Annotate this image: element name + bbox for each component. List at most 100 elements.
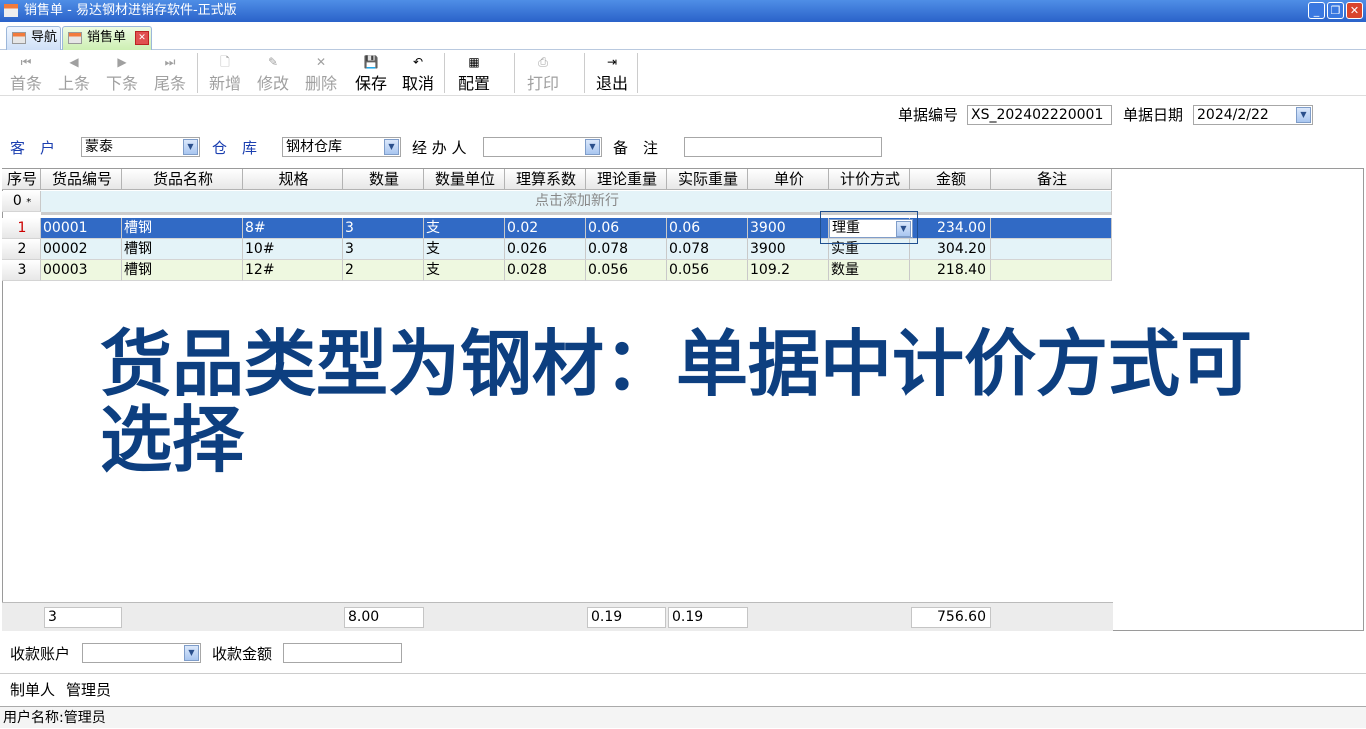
doc-no-field[interactable]: XS_202402220001 bbox=[967, 105, 1112, 125]
cell-5[interactable]: 支 bbox=[424, 239, 505, 260]
cell-9[interactable]: 109.2 bbox=[748, 260, 829, 281]
column-header[interactable]: 数量 bbox=[343, 169, 424, 190]
cell-10[interactable]: 数量 bbox=[829, 260, 910, 281]
pricing-method-editor[interactable]: 理重▼ bbox=[820, 211, 918, 244]
column-header[interactable]: 金额 bbox=[910, 169, 991, 190]
cell-2[interactable]: 槽钢 bbox=[122, 239, 243, 260]
total-actual-weight: 0.19 bbox=[668, 607, 748, 628]
cell-7[interactable]: 0.056 bbox=[586, 260, 667, 281]
close-button[interactable]: ✕ bbox=[1346, 2, 1363, 19]
cell-12[interactable] bbox=[991, 239, 1112, 260]
add-new-row[interactable]: 点击添加新行 bbox=[41, 191, 1112, 215]
cell-2[interactable]: 槽钢 bbox=[122, 218, 243, 239]
config-button[interactable]: ▦配置 bbox=[452, 54, 496, 96]
cell-12[interactable] bbox=[991, 218, 1112, 239]
cell-4[interactable]: 3 bbox=[343, 218, 424, 239]
column-header[interactable]: 理论重量 bbox=[586, 169, 667, 190]
button-label: 删除 bbox=[305, 74, 337, 93]
cell-11[interactable]: 234.00 bbox=[910, 218, 991, 239]
print-button[interactable]: ⎙打印 bbox=[521, 54, 565, 96]
tab-navigation[interactable]: 导航 bbox=[6, 26, 61, 50]
cell-12[interactable] bbox=[991, 260, 1112, 281]
table-row[interactable]: 200002槽钢10#3支0.0260.0780.0783900实重304.20 bbox=[0, 239, 1111, 260]
first-icon: ⏮ bbox=[4, 54, 48, 70]
cancel-button[interactable]: ↶取消 bbox=[396, 54, 440, 96]
cell-4[interactable]: 2 bbox=[343, 260, 424, 281]
prev-button[interactable]: ◀上条 bbox=[52, 54, 96, 96]
cell-9[interactable]: 3900 bbox=[748, 218, 829, 239]
new-button[interactable]: 🗋新增 bbox=[203, 54, 247, 96]
cell-8[interactable]: 0.078 bbox=[667, 239, 748, 260]
cell-6[interactable]: 0.02 bbox=[505, 218, 586, 239]
last-button[interactable]: ⏭尾条 bbox=[148, 54, 192, 96]
cell-11[interactable]: 304.20 bbox=[910, 239, 991, 260]
cell-9[interactable]: 3900 bbox=[748, 239, 829, 260]
cell-1[interactable]: 00003 bbox=[41, 260, 122, 281]
save-button[interactable]: 💾保存 bbox=[349, 54, 393, 96]
cell-1[interactable]: 00001 bbox=[41, 218, 122, 239]
cell-2[interactable]: 槽钢 bbox=[122, 260, 243, 281]
chevron-down-icon[interactable]: ▼ bbox=[384, 139, 399, 155]
cell-11[interactable]: 218.40 bbox=[910, 260, 991, 281]
column-header[interactable]: 规格 bbox=[243, 169, 343, 190]
column-header[interactable]: 单价 bbox=[748, 169, 829, 190]
chevron-down-icon[interactable]: ▼ bbox=[1296, 107, 1311, 123]
chevron-down-icon[interactable]: ▼ bbox=[184, 645, 199, 661]
column-header[interactable]: 货品名称 bbox=[122, 169, 243, 190]
cell-7[interactable]: 0.06 bbox=[586, 218, 667, 239]
cell-1[interactable]: 00002 bbox=[41, 239, 122, 260]
new-row[interactable]: 0 *点击添加新行 bbox=[0, 191, 1111, 212]
customer-select[interactable]: 蒙泰▼ bbox=[81, 137, 200, 157]
column-header[interactable]: 计价方式 bbox=[829, 169, 910, 190]
cell-6[interactable]: 0.028 bbox=[505, 260, 586, 281]
exit-button[interactable]: ⇥退出 bbox=[590, 54, 634, 96]
edit-icon: ✎ bbox=[251, 54, 295, 70]
close-tab-icon[interactable]: ✕ bbox=[135, 31, 149, 45]
cell-3[interactable]: 12# bbox=[243, 260, 343, 281]
warehouse-select[interactable]: 钢材仓库▼ bbox=[282, 137, 401, 157]
column-header[interactable]: 数量单位 bbox=[424, 169, 505, 190]
minimize-button[interactable]: _ bbox=[1308, 2, 1325, 19]
cell-3[interactable]: 8# bbox=[243, 218, 343, 239]
account-select[interactable]: ▼ bbox=[82, 643, 201, 663]
button-label: 新增 bbox=[209, 74, 241, 93]
first-button[interactable]: ⏮首条 bbox=[4, 54, 48, 96]
button-label: 退出 bbox=[596, 74, 628, 93]
edit-button[interactable]: ✎修改 bbox=[251, 54, 295, 96]
chevron-down-icon[interactable]: ▼ bbox=[585, 139, 600, 155]
column-header[interactable]: 货品编号 bbox=[41, 169, 122, 190]
column-header[interactable]: 理算系数 bbox=[505, 169, 586, 190]
restore-button[interactable]: ❐ bbox=[1327, 2, 1344, 19]
cell-5[interactable]: 支 bbox=[424, 260, 505, 281]
delete-button[interactable]: ✕删除 bbox=[299, 54, 343, 96]
total-amount: 756.60 bbox=[911, 607, 991, 628]
total-theory-weight: 0.19 bbox=[587, 607, 666, 628]
amount-field[interactable] bbox=[283, 643, 402, 663]
date-picker[interactable]: 2024/2/22▼ bbox=[1193, 105, 1313, 125]
cell-6[interactable]: 0.026 bbox=[505, 239, 586, 260]
next-button[interactable]: ▶下条 bbox=[100, 54, 144, 96]
cell-7[interactable]: 0.078 bbox=[586, 239, 667, 260]
chevron-down-icon[interactable]: ▼ bbox=[896, 221, 911, 237]
annotation-text: 货品类型为钢材：单据中计价方式可选择 bbox=[100, 326, 1300, 478]
remark-label: 备 注 bbox=[613, 138, 658, 158]
handler-select[interactable]: ▼ bbox=[483, 137, 602, 157]
column-header[interactable]: 实际重量 bbox=[667, 169, 748, 190]
cell-8[interactable]: 0.06 bbox=[667, 218, 748, 239]
cell-0: 1 bbox=[2, 218, 41, 239]
column-header[interactable]: 序号 bbox=[2, 169, 41, 190]
cell-5[interactable]: 支 bbox=[424, 218, 505, 239]
pricing-method-select[interactable]: 理重▼ bbox=[829, 219, 913, 238]
tab-label: 销售单 bbox=[87, 30, 126, 45]
remark-field[interactable] bbox=[684, 137, 882, 157]
cell-4[interactable]: 3 bbox=[343, 239, 424, 260]
chevron-down-icon[interactable]: ▼ bbox=[183, 139, 198, 155]
maker-value: 管理员 bbox=[66, 680, 111, 700]
table-row[interactable]: 300003槽钢12#2支0.0280.0560.056109.2数量218.4… bbox=[0, 260, 1111, 281]
tab-sales-order[interactable]: 销售单 ✕ bbox=[62, 26, 152, 50]
table-row[interactable]: 100001槽钢8#3支0.020.060.063900理重234.00 bbox=[0, 218, 1111, 239]
cell-3[interactable]: 10# bbox=[243, 239, 343, 260]
save-icon: 💾 bbox=[349, 54, 393, 70]
cell-8[interactable]: 0.056 bbox=[667, 260, 748, 281]
column-header[interactable]: 备注 bbox=[991, 169, 1112, 190]
